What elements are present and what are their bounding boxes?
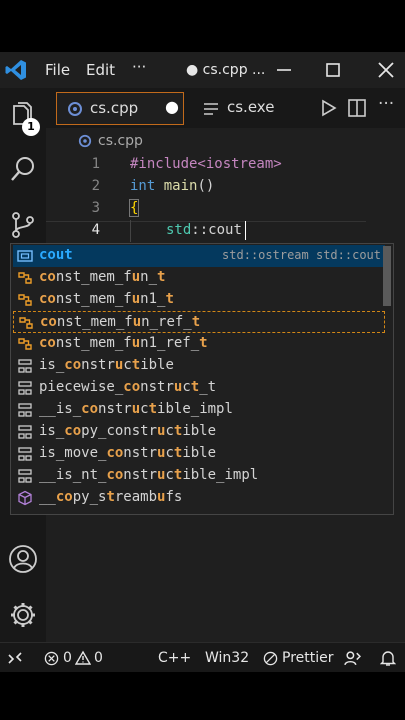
- suggestion-label: const_mem_fun_t: [39, 269, 166, 285]
- lines-file-icon: [204, 103, 218, 115]
- error-count[interactable]: 0: [63, 650, 72, 666]
- suggestion-item[interactable]: is_move_constructible: [13, 443, 385, 465]
- vscode-logo-icon: [5, 60, 26, 80]
- cube-icon: [18, 490, 32, 506]
- cpp-file-icon: [78, 134, 92, 148]
- code-line[interactable]: #include<iostream>: [130, 156, 282, 172]
- class-icon: [19, 317, 33, 329]
- minimize-icon[interactable]: [270, 56, 298, 84]
- status-bar: 0 0 C++ Win32 Prettier: [0, 642, 405, 672]
- close-icon[interactable]: [372, 56, 400, 84]
- class-icon: [18, 338, 32, 350]
- class-icon: [18, 272, 32, 284]
- suggestion-label: cout: [39, 247, 73, 263]
- title-bar: File Edit ··· ● cs.cpp ...: [0, 52, 405, 88]
- suggestion-item[interactable]: const_mem_fun1_t: [13, 289, 385, 311]
- search-icon[interactable]: [8, 154, 38, 184]
- tab-bar: cs.cpp ● cs.exe ···: [46, 88, 405, 128]
- menu-edit[interactable]: Edit: [86, 61, 115, 79]
- suggestion-label: const_mem_fun1_t: [39, 291, 174, 307]
- suggestion-item[interactable]: piecewise_construct_t: [13, 377, 385, 399]
- warning-icon[interactable]: [75, 650, 91, 666]
- suggestion-item[interactable]: const_mem_fun_t: [13, 267, 385, 289]
- formatter[interactable]: Prettier: [282, 650, 334, 666]
- source-control-icon[interactable]: [8, 210, 38, 240]
- struct-icon: [18, 359, 32, 373]
- account-icon[interactable]: [8, 544, 38, 574]
- gear-icon[interactable]: [8, 600, 38, 630]
- tab-label: cs.cpp: [90, 99, 139, 117]
- more-actions-icon[interactable]: ···: [378, 94, 394, 114]
- code-namespace: std: [166, 222, 192, 238]
- window-title: ● cs.cpp ...: [186, 62, 266, 78]
- code-function: main: [163, 178, 198, 194]
- suggestion-item[interactable]: is_constructible: [13, 355, 385, 377]
- line-number: 3: [91, 200, 100, 216]
- tab-cs-exe[interactable]: cs.exe: [191, 92, 319, 125]
- modified-dot-icon[interactable]: ●: [165, 97, 179, 116]
- struct-icon: [18, 447, 32, 461]
- menu-more[interactable]: ···: [132, 58, 146, 76]
- struct-icon: [18, 381, 32, 395]
- explorer-badge: 1: [22, 118, 40, 136]
- breadcrumb-file[interactable]: cs.cpp: [98, 133, 143, 149]
- suggestion-item[interactable]: __copy_streambufs: [13, 487, 385, 509]
- indent-guide: [130, 220, 131, 242]
- suggestion-item[interactable]: const_mem_fun_ref_t: [13, 311, 385, 333]
- suggestion-label: __is_constructible_impl: [39, 401, 233, 417]
- struct-icon: [18, 425, 32, 439]
- suggestion-detail: std::ostream std::cout: [222, 248, 381, 262]
- suggestion-item[interactable]: __is_constructible_impl: [13, 399, 385, 421]
- code-keyword: int: [130, 178, 156, 194]
- text-cursor: [245, 221, 246, 240]
- suggestion-label: piecewise_construct_t: [39, 379, 217, 395]
- code-line[interactable]: std::cout: [166, 222, 242, 238]
- bell-icon[interactable]: [380, 650, 396, 667]
- suggestion-label: __is_nt_constructible_impl: [39, 467, 259, 483]
- line-number: 1: [91, 156, 100, 172]
- language-mode[interactable]: C++: [158, 650, 191, 666]
- cpp-file-icon: [68, 102, 82, 116]
- suggestion-label: const_mem_fun1_ref_t: [39, 335, 208, 351]
- suggest-widget: cout std::ostream std::coutconst_mem_fun_…: [10, 243, 394, 515]
- variable-icon: [17, 250, 33, 262]
- feedback-icon[interactable]: [344, 650, 361, 667]
- suggestion-item[interactable]: is_copy_constructible: [13, 421, 385, 443]
- line-number: 2: [91, 178, 100, 194]
- run-icon[interactable]: [318, 98, 338, 118]
- code-scope: ::: [191, 222, 209, 238]
- configuration[interactable]: Win32: [205, 650, 249, 666]
- tab-label: cs.exe: [227, 98, 275, 116]
- suggestion-label: is_constructible: [39, 357, 174, 373]
- line-number: 4: [91, 222, 100, 238]
- code-parens: (): [197, 178, 215, 194]
- tab-cs-cpp[interactable]: cs.cpp ●: [56, 92, 184, 125]
- suggestion-label: const_mem_fun_ref_t: [40, 314, 201, 330]
- struct-icon: [18, 469, 32, 483]
- prettier-icon: [263, 651, 278, 666]
- suggestion-item[interactable]: cout std::ostream std::cout: [13, 245, 385, 267]
- code-identifier: cout: [208, 222, 242, 238]
- suggestion-item[interactable]: __is_nt_constructible_impl: [13, 465, 385, 487]
- warning-count[interactable]: 0: [94, 650, 103, 666]
- struct-icon: [18, 403, 32, 417]
- suggestion-item[interactable]: const_mem_fun1_ref_t: [13, 333, 385, 355]
- suggestion-label: is_copy_constructible: [39, 423, 217, 439]
- code-line[interactable]: int main(): [130, 178, 214, 194]
- error-icon[interactable]: [44, 651, 59, 666]
- code-line[interactable]: {: [128, 199, 140, 217]
- class-icon: [18, 294, 32, 306]
- suggest-scrollbar[interactable]: [383, 246, 391, 306]
- suggestion-label: __copy_streambufs: [39, 489, 183, 505]
- remote-icon[interactable]: [8, 651, 22, 665]
- split-editor-icon[interactable]: [347, 98, 367, 118]
- maximize-icon[interactable]: [319, 56, 347, 84]
- suggestion-label: is_move_constructible: [39, 445, 217, 461]
- breadcrumb: cs.cpp: [46, 128, 405, 154]
- menu-file[interactable]: File: [45, 61, 70, 79]
